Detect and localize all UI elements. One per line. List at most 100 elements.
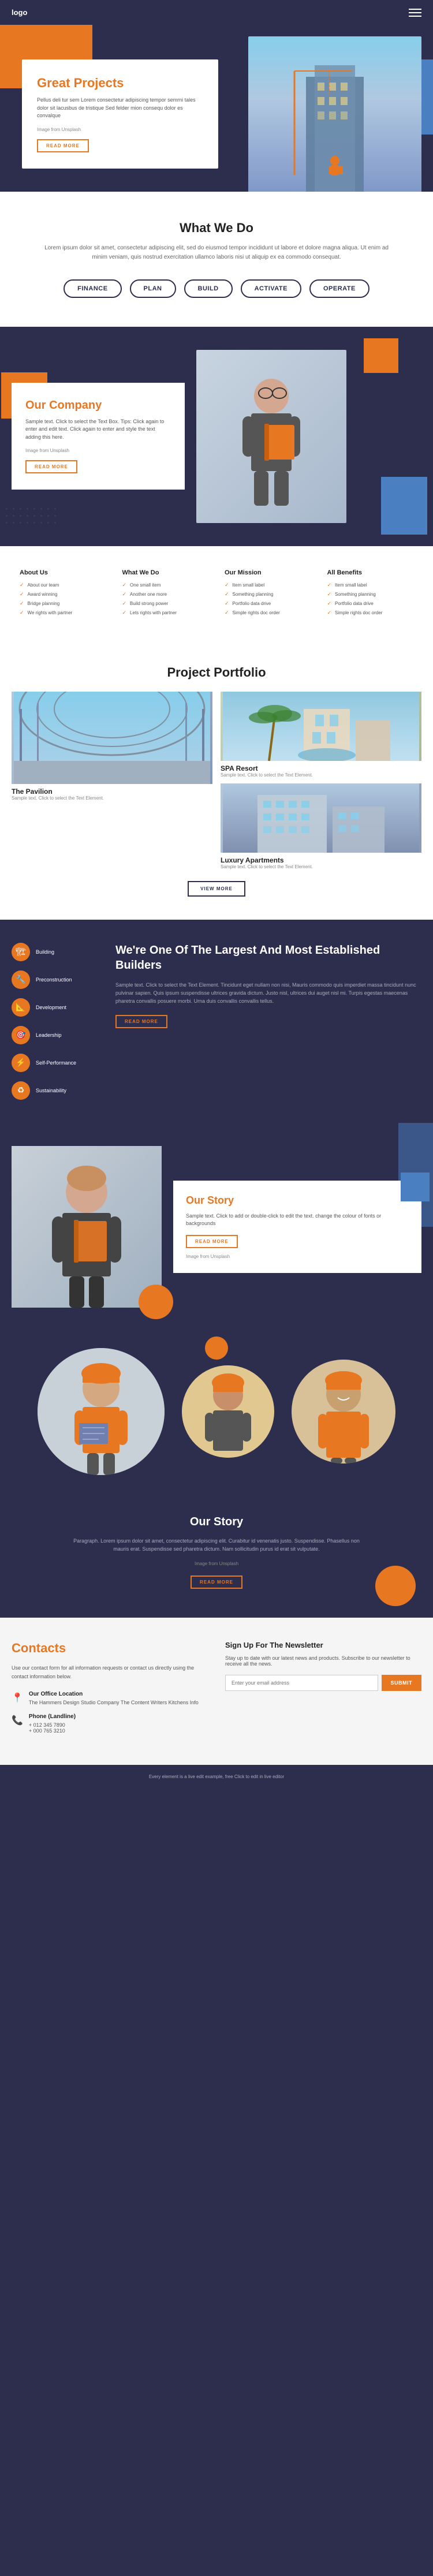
building-icon: 🏗 [12, 943, 30, 961]
leadership-icon: 🎯 [12, 1026, 30, 1044]
location-icon: 📍 [12, 1692, 23, 1704]
info-item: ✓Item small label [225, 582, 311, 588]
development-icon: 📐 [12, 998, 30, 1017]
portfolio-grid: The Pavilion Sample text. Click to selec… [12, 692, 421, 869]
info-col-about: About Us ✓About our team ✓Award winning … [12, 563, 114, 625]
newsletter-email-input[interactable] [225, 1675, 378, 1691]
info-item-label: Portfolio data drive [233, 601, 271, 606]
info-col-benefits: All Benefits ✓Item small label ✓Somethin… [319, 563, 422, 625]
story1-card: Our Story Sample text. Click to add or d… [173, 1181, 421, 1273]
team-person-3 [292, 1360, 395, 1464]
portfolio-right-column: SPA Resort Sample text. Click to select … [221, 692, 421, 869]
team-person-2 [182, 1365, 274, 1458]
info-row: About Us ✓About our team ✓Award winning … [0, 546, 433, 642]
company-caption: Image from Unsplash [25, 448, 171, 453]
builders-item-self-performance: ⚡ Self-Performance [12, 1054, 98, 1072]
info-col-benefits-title: All Benefits [327, 569, 414, 576]
check-icon: ✓ [225, 610, 229, 616]
phone-label: Phone (Landline) [29, 1713, 76, 1720]
team-section [0, 1331, 433, 1498]
self-performance-label: Self-Performance [36, 1060, 76, 1066]
story1-image [12, 1146, 162, 1308]
story2-orange-dot [375, 1566, 416, 1606]
builders-item-development: 📐 Development [12, 998, 98, 1017]
pavilion-image [12, 692, 212, 784]
footer: Every element is a live edit example, fr… [0, 1765, 433, 1789]
info-item: ✓About our team [20, 582, 106, 588]
check-icon: ✓ [327, 600, 332, 607]
check-icon: ✓ [122, 610, 127, 616]
info-item-label: One small item [130, 583, 160, 588]
builders-item-leadership: 🎯 Leadership [12, 1026, 98, 1044]
portfolio-item-spa[interactable]: SPA Resort Sample text. Click to select … [221, 692, 421, 778]
our-story-section-2: Our Story Paragraph. Lorem ipsum dolor s… [0, 1498, 433, 1618]
info-item-label: Portfolio data drive [335, 601, 374, 606]
sustainability-label: Sustainability [36, 1088, 66, 1093]
story1-caption: Image from Unsplash [186, 1254, 409, 1259]
portfolio-item-luxury[interactable]: Luxury Apartments Sample text. Click to … [221, 783, 421, 869]
newsletter-right: Sign Up For The Newsletter Stay up to da… [225, 1641, 421, 1742]
hero-text: Pellus deli tur sem Lorem consectetur ad… [37, 96, 203, 120]
hero-read-more-button[interactable]: READ MORE [37, 139, 89, 152]
info-col-mission: Our Mission ✓Item small label ✓Something… [216, 563, 319, 625]
self-performance-icon: ⚡ [12, 1054, 30, 1072]
story1-title: Our Story [186, 1194, 409, 1207]
navbar: logo [0, 0, 433, 25]
info-item: ✓Simple rights doc order [327, 610, 414, 616]
check-icon: ✓ [20, 591, 24, 598]
check-icon: ✓ [225, 591, 229, 598]
info-item-label: Item small label [335, 583, 367, 588]
info-item-label: Another one more [130, 592, 167, 597]
portfolio-item-pavilion[interactable]: The Pavilion Sample text. Click to selec… [12, 692, 212, 869]
portfolio-section: Project Portfolio [0, 642, 433, 920]
hamburger-menu-button[interactable] [409, 9, 421, 17]
check-icon: ✓ [327, 610, 332, 616]
story2-read-more-button[interactable]: READ MORE [191, 1576, 242, 1589]
company-image [196, 350, 346, 523]
phone-value-2: + 000 765 3210 [29, 1728, 76, 1734]
builders-right-panel: We're One Of The Largest And Most Establ… [115, 943, 421, 1028]
newsletter-submit-button[interactable]: SUBMIT [382, 1675, 422, 1691]
nav-logo[interactable]: logo [12, 8, 27, 17]
pill-build[interactable]: BUILD [184, 279, 233, 298]
builders-section: 🏗 Building 🔧 Preconstruction 📐 Developme… [0, 920, 433, 1123]
story1-read-more-button[interactable]: READ MORE [186, 1235, 238, 1248]
story1-text: Sample text. Click to add or double-clic… [186, 1212, 409, 1228]
builders-left-panel: 🏗 Building 🔧 Preconstruction 📐 Developme… [12, 943, 98, 1100]
luxury-label: Luxury Apartments [221, 856, 421, 864]
check-icon: ✓ [327, 582, 332, 588]
info-item-label: Something planning [233, 592, 274, 597]
pill-activate[interactable]: ACTIVATE [241, 279, 301, 298]
check-icon: ✓ [20, 610, 24, 616]
hero-section: Great Projects Pellus deli tur sem Lorem… [0, 25, 433, 192]
what-we-do-text: Lorem ipsum dolor sit amet, consectetur … [43, 244, 390, 262]
info-item: ✓Bridge planning [20, 600, 106, 607]
hero-image [248, 36, 421, 192]
building-label: Building [36, 949, 54, 955]
pill-finance[interactable]: FINANCE [64, 279, 121, 298]
company-title: Our Company [25, 399, 171, 412]
company-orange-accent [364, 338, 398, 373]
info-item: ✓Build strong power [122, 600, 209, 607]
info-item: ✓Something planning [327, 591, 414, 598]
info-item-label: Something planning [335, 592, 376, 597]
office-location-value: The Hammers Design Studio Company The Co… [29, 1700, 199, 1705]
contacts-text: Use our contact form for all information… [12, 1664, 208, 1681]
company-card: Our Company Sample text. Click to select… [12, 383, 185, 490]
company-read-more-button[interactable]: READ MORE [25, 460, 77, 473]
builders-item-sustainability: ♻ Sustainability [12, 1081, 98, 1100]
pills-container: FINANCE PLAN BUILD ACTIVATE OPERATE [17, 279, 416, 298]
footer-text: Every element is a live edit example, fr… [9, 1774, 424, 1779]
info-item: ✓One small item [122, 582, 209, 588]
office-location-label: Our Office Location [29, 1691, 199, 1697]
newsletter-form: SUBMIT [225, 1675, 421, 1691]
info-item: ✓Another one more [122, 591, 209, 598]
info-col-about-title: About Us [20, 569, 106, 576]
info-item-label: Build strong power [130, 601, 168, 606]
pill-plan[interactable]: PLAN [130, 279, 176, 298]
builders-read-more-button[interactable]: READ MORE [115, 1015, 167, 1028]
info-item-label: Simple rights doc order [233, 610, 280, 615]
pill-operate[interactable]: OPERATE [309, 279, 369, 298]
view-more-button[interactable]: VIEW MORE [188, 881, 245, 897]
story2-caption: Image from Unsplash [12, 1561, 421, 1566]
